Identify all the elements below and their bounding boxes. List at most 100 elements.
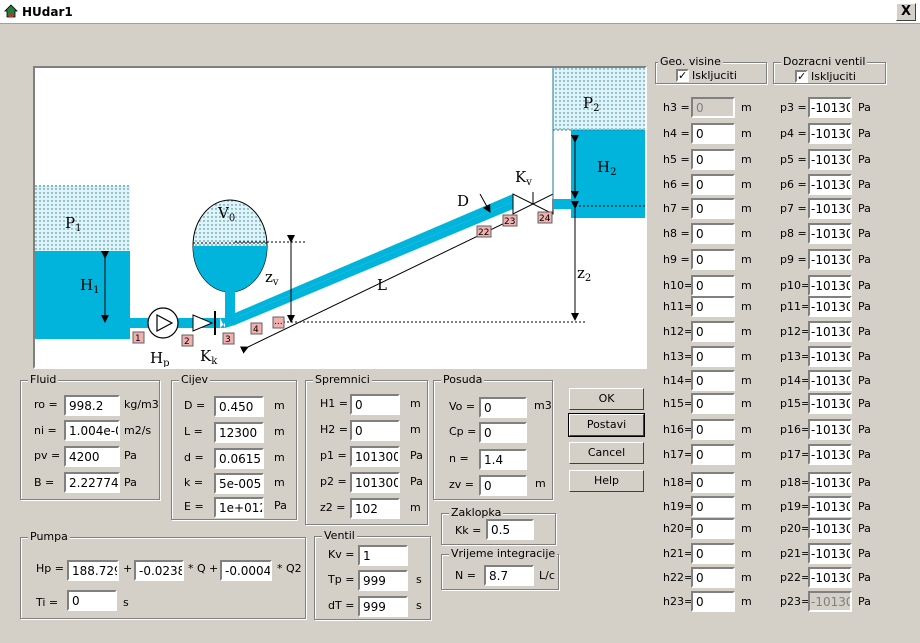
h-label: h22= bbox=[663, 571, 694, 584]
p-input[interactable]: -101300 bbox=[808, 419, 852, 440]
pumpa-c2-input[interactable]: -0.0004 bbox=[220, 560, 272, 581]
close-button[interactable]: X bbox=[896, 3, 916, 21]
cijev-E-input[interactable]: 1e+012 bbox=[214, 497, 264, 518]
p-input[interactable]: -101300 bbox=[808, 346, 852, 367]
h-input[interactable]: 0 bbox=[691, 223, 735, 244]
h-input[interactable]: 0 bbox=[691, 393, 735, 414]
h-input[interactable]: 0 bbox=[691, 567, 735, 588]
h-input[interactable]: 0 bbox=[691, 419, 735, 440]
help-button[interactable]: Help bbox=[569, 470, 644, 492]
postavi-button[interactable]: Postavi bbox=[568, 413, 645, 437]
p-unit: Pa bbox=[858, 300, 871, 313]
h-input[interactable]: 0 bbox=[691, 198, 735, 219]
p-label: p16= bbox=[780, 423, 811, 436]
p-input[interactable]: -101300 bbox=[808, 223, 852, 244]
dozracni-checkbox[interactable]: ✓ bbox=[795, 70, 808, 83]
cijev-E-unit: Pa bbox=[274, 499, 287, 512]
h-input[interactable]: 0 bbox=[691, 472, 735, 493]
p-input[interactable]: -101300 bbox=[808, 296, 852, 317]
posuda-n-input[interactable]: 1.4 bbox=[479, 449, 527, 470]
p-input[interactable]: -101300 bbox=[808, 198, 852, 219]
ventil-title: Ventil bbox=[322, 529, 357, 542]
p-unit: Pa bbox=[858, 374, 871, 387]
spremnici-p1-input[interactable]: 101300 bbox=[350, 446, 400, 467]
p-unit: Pa bbox=[858, 522, 871, 535]
spremnici-H1-input[interactable]: 0 bbox=[350, 394, 400, 415]
geo-check-label: Iskljuciti bbox=[692, 69, 737, 82]
p-input[interactable]: -101300 bbox=[808, 174, 852, 195]
spremnici-p2-input[interactable]: 101300 bbox=[350, 472, 400, 493]
cijev-d-unit: m bbox=[274, 451, 285, 464]
p-input[interactable]: -101300 bbox=[808, 444, 852, 465]
pumpa-c1-input[interactable]: -0.0238 bbox=[134, 560, 184, 581]
h-input[interactable]: 0 bbox=[691, 275, 735, 296]
fluid-ro-input[interactable]: 998.2 bbox=[64, 395, 120, 416]
ventil-tp-input[interactable]: 999 bbox=[358, 570, 408, 591]
vrijeme-N-input[interactable]: 8.7 bbox=[484, 565, 534, 586]
fluid-b-input[interactable]: 2.22774 bbox=[64, 472, 120, 493]
zaklopka-kk-label: Kk = bbox=[455, 524, 482, 537]
p-input[interactable]: -101300 bbox=[808, 393, 852, 414]
h-input[interactable]: 0 bbox=[691, 174, 735, 195]
ventil-kv-input[interactable]: 1 bbox=[358, 545, 408, 566]
pumpa-hp-label: Hp = bbox=[36, 562, 64, 575]
fluid-ni-input[interactable]: 1.004e-0 bbox=[64, 420, 120, 441]
p-unit: Pa bbox=[858, 279, 871, 292]
node-22: 22 bbox=[478, 228, 489, 238]
p-input[interactable]: -101300 bbox=[808, 370, 852, 391]
cijev-D-input[interactable]: 0.450 bbox=[214, 396, 264, 417]
p-input[interactable]: -101300 bbox=[808, 149, 852, 170]
p-unit: Pa bbox=[858, 127, 871, 140]
h-input[interactable]: 0 bbox=[691, 123, 735, 144]
p-input[interactable]: -101300 bbox=[808, 543, 852, 564]
p-input[interactable]: -101300 bbox=[808, 496, 852, 517]
spremnici-H2-input[interactable]: 0 bbox=[350, 420, 400, 441]
p-input[interactable]: -101300 bbox=[808, 321, 852, 342]
p-input: -101300 bbox=[808, 591, 852, 612]
dozracni-title: Dozracni ventil bbox=[781, 55, 868, 68]
p-input[interactable]: -101300 bbox=[808, 97, 852, 118]
h-input[interactable]: 0 bbox=[691, 543, 735, 564]
spremnici-H1-label: H1 = bbox=[320, 397, 348, 410]
h-input[interactable]: 0 bbox=[691, 346, 735, 367]
h-input[interactable]: 0 bbox=[691, 296, 735, 317]
p-input[interactable]: -101300 bbox=[808, 275, 852, 296]
p-input[interactable]: -101300 bbox=[808, 123, 852, 144]
pumpa-ti-input[interactable]: 0 bbox=[67, 590, 117, 611]
spremnici-z2-input[interactable]: 102 bbox=[350, 498, 400, 519]
label-kk: Kk bbox=[200, 347, 218, 367]
posuda-Cp-input[interactable]: 0 bbox=[479, 422, 527, 443]
p-input[interactable]: -101300 bbox=[808, 518, 852, 539]
label-hp: Hp bbox=[150, 349, 170, 367]
h-input[interactable]: 0 bbox=[691, 149, 735, 170]
ok-button[interactable]: OK bbox=[569, 388, 644, 410]
p-input[interactable]: -101300 bbox=[808, 249, 852, 270]
h-input[interactable]: 0 bbox=[691, 249, 735, 270]
cancel-button[interactable]: Cancel bbox=[569, 442, 644, 464]
posuda-Vo-input[interactable]: 0 bbox=[479, 397, 527, 418]
h-input[interactable]: 0 bbox=[691, 518, 735, 539]
h-input[interactable]: 0 bbox=[691, 370, 735, 391]
h-input[interactable]: 0 bbox=[691, 496, 735, 517]
fluid-pv-input[interactable]: 4200 bbox=[64, 446, 120, 467]
p-input[interactable]: -101300 bbox=[808, 567, 852, 588]
posuda-zv-input[interactable]: 0 bbox=[479, 475, 527, 496]
cijev-L-input[interactable]: 12300 bbox=[214, 422, 264, 443]
h-label: h6 = bbox=[663, 178, 690, 191]
spremnici-title: Spremnici bbox=[313, 373, 372, 386]
h-label: h11= bbox=[663, 300, 694, 313]
h-label: h9 = bbox=[663, 253, 690, 266]
pumpa-hp-input[interactable]: 188.729 bbox=[67, 560, 119, 581]
p-input[interactable]: -101300 bbox=[808, 472, 852, 493]
geo-checkbox[interactable]: ✓ bbox=[676, 69, 689, 82]
cijev-k-input[interactable]: 5e-005 bbox=[214, 473, 264, 494]
h-input[interactable]: 0 bbox=[691, 444, 735, 465]
h-label: h18= bbox=[663, 476, 694, 489]
h-input[interactable]: 0 bbox=[691, 591, 735, 612]
zaklopka-kk-input[interactable]: 0.5 bbox=[486, 519, 534, 540]
h-unit: m bbox=[741, 547, 752, 560]
posuda-Vo-label: Vo = bbox=[449, 400, 476, 413]
h-input[interactable]: 0 bbox=[691, 321, 735, 342]
ventil-dt-input[interactable]: 999 bbox=[358, 596, 408, 617]
cijev-d-input[interactable]: 0.0615 bbox=[214, 448, 264, 469]
